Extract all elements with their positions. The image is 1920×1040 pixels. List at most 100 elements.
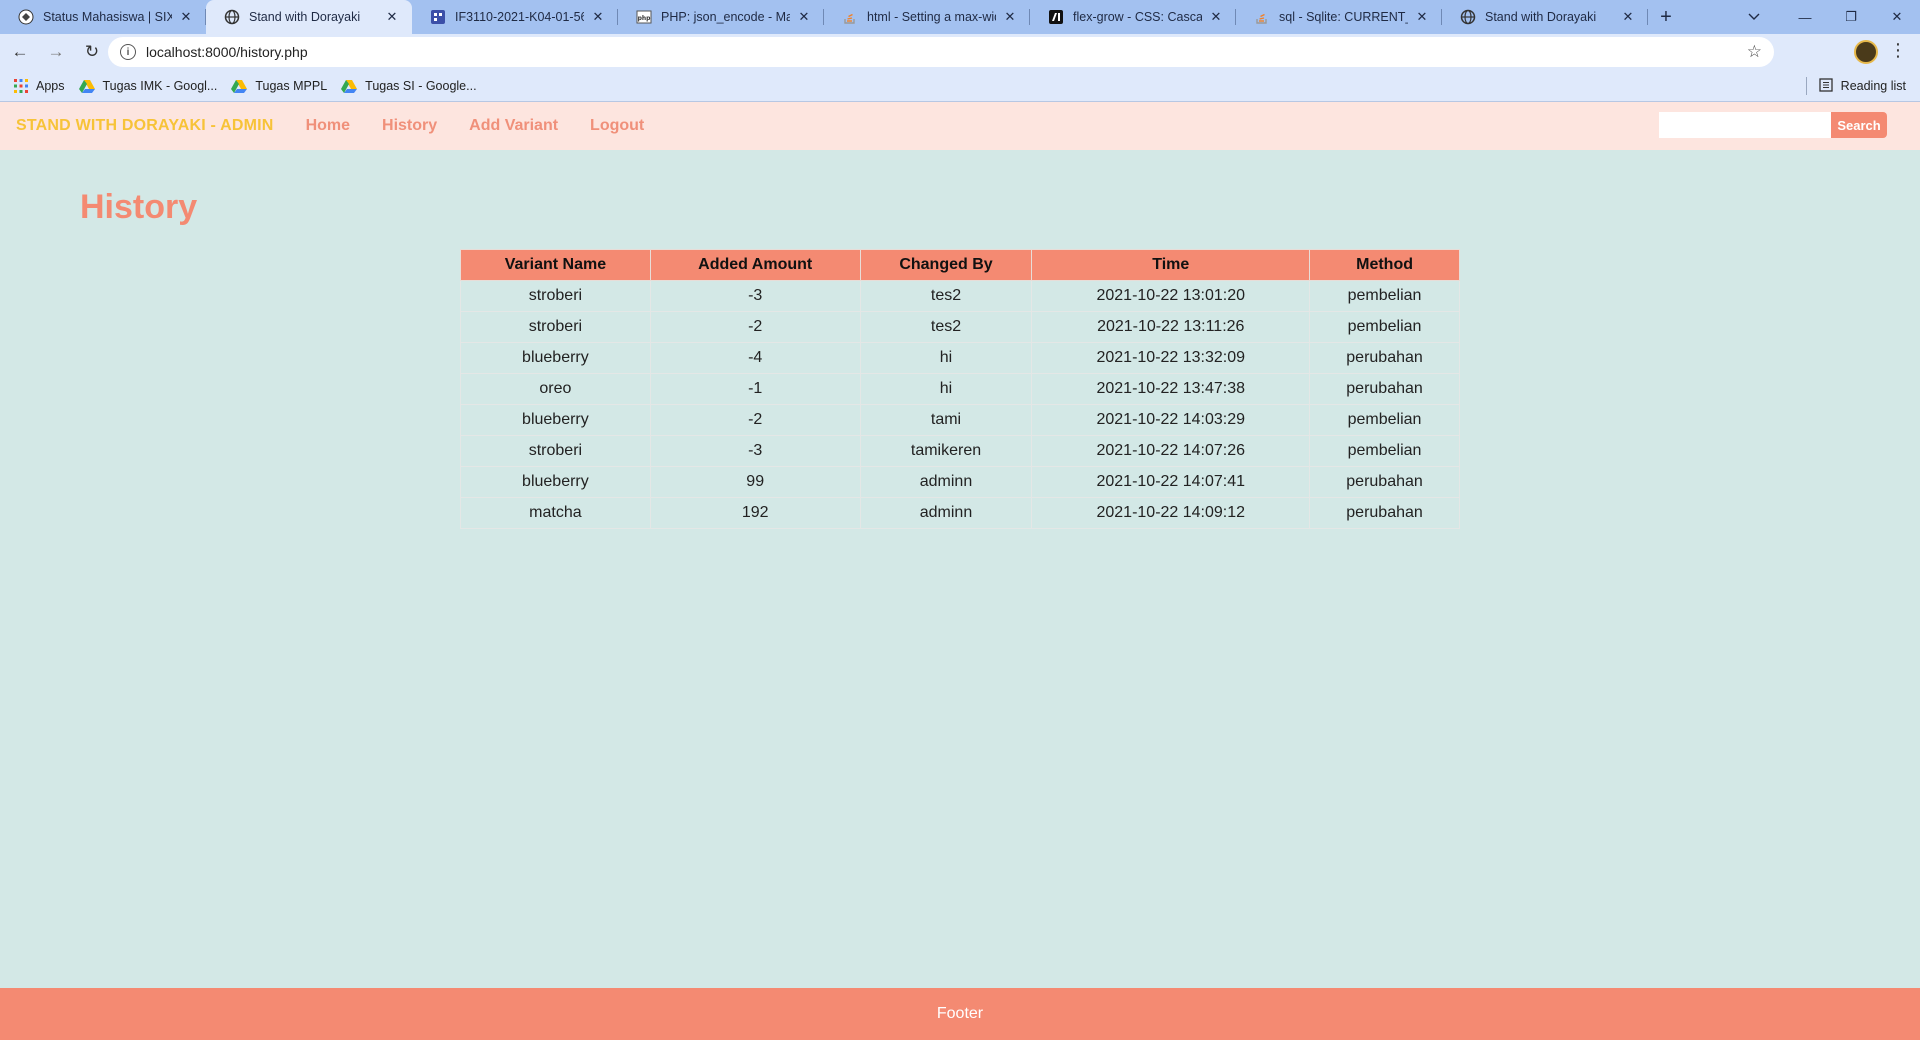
bookmark-label: Tugas IMK - Googl... bbox=[102, 78, 218, 93]
apps-grid-icon bbox=[14, 78, 28, 93]
table-cell: 2021-10-22 14:07:26 bbox=[1031, 435, 1311, 467]
tab-title: Status Mahasiswa | SIX bbox=[43, 10, 172, 24]
browser-tab[interactable]: php PHP: json_encode - Manua ✕ bbox=[618, 0, 824, 34]
search-input[interactable] bbox=[1659, 112, 1831, 138]
globe-icon bbox=[1460, 9, 1476, 25]
table-row: stroberi -2 tes2 2021-10-22 13:11:26 pem… bbox=[460, 311, 1460, 343]
bookmarks-bar: Apps Tugas IMK - Googl... Tugas MPPL Tug… bbox=[0, 70, 1920, 102]
table-cell: stroberi bbox=[460, 280, 651, 312]
page-footer: Footer bbox=[0, 988, 1920, 1040]
new-tab-button[interactable]: + bbox=[1648, 0, 1684, 34]
restore-icon[interactable]: ❐ bbox=[1828, 0, 1874, 34]
table-cell: oreo bbox=[460, 373, 651, 405]
stackoverflow-icon bbox=[842, 9, 858, 25]
divider bbox=[1805, 77, 1807, 95]
table-cell: pembelian bbox=[1309, 404, 1460, 436]
table-cell: adminn bbox=[859, 497, 1033, 529]
nav-add-variant[interactable]: Add Variant bbox=[469, 117, 558, 135]
profile-avatar[interactable] bbox=[1854, 40, 1878, 64]
svg-text:php: php bbox=[638, 15, 652, 22]
browser-menu-icon[interactable]: ⋮ bbox=[1888, 40, 1908, 61]
table-cell: pembelian bbox=[1309, 311, 1460, 343]
table-cell: -3 bbox=[649, 280, 861, 312]
browser-tabstrip: Status Mahasiswa | SIX ✕ Stand with Dora… bbox=[0, 0, 1920, 34]
table-cell: perubahan bbox=[1309, 497, 1460, 529]
browser-tab[interactable]: IF3110-2021-K04-01-56 / ✕ bbox=[412, 0, 618, 34]
address-bar[interactable]: i localhost:8000/history.php ☆ bbox=[108, 37, 1774, 67]
reload-icon[interactable]: ↻ bbox=[76, 36, 108, 68]
browser-tab[interactable]: sql - Sqlite: CURRENT_TIM ✕ bbox=[1236, 0, 1442, 34]
table-cell: matcha bbox=[460, 497, 651, 529]
back-icon[interactable]: ← bbox=[4, 36, 36, 68]
site-brand[interactable]: STAND WITH DORAYAKI - ADMIN bbox=[16, 117, 274, 135]
table-row: stroberi -3 tamikeren 2021-10-22 14:07:2… bbox=[460, 435, 1460, 467]
column-header: Variant Name bbox=[460, 249, 651, 281]
tab-title: PHP: json_encode - Manua bbox=[661, 10, 790, 24]
table-cell: perubahan bbox=[1309, 342, 1460, 374]
table-cell: tamikeren bbox=[859, 435, 1033, 467]
table-cell: -2 bbox=[649, 311, 861, 343]
table-cell: perubahan bbox=[1309, 373, 1460, 405]
close-icon[interactable]: ✕ bbox=[178, 9, 194, 25]
table-cell: blueberry bbox=[460, 342, 651, 374]
table-cell: 2021-10-22 13:01:20 bbox=[1031, 280, 1311, 312]
table-cell: hi bbox=[859, 342, 1033, 374]
table-cell: 2021-10-22 14:03:29 bbox=[1031, 404, 1311, 436]
bookmark-item[interactable]: Tugas SI - Google... bbox=[341, 79, 477, 93]
table-row: blueberry -4 hi 2021-10-22 13:32:09 peru… bbox=[460, 342, 1460, 374]
reading-list-button[interactable]: Reading list bbox=[1805, 77, 1906, 95]
bookmark-apps[interactable]: Apps bbox=[14, 78, 65, 93]
table-cell: 2021-10-22 14:09:12 bbox=[1031, 497, 1311, 529]
window-close-icon[interactable]: ✕ bbox=[1874, 0, 1920, 34]
tab-title: html - Setting a max-width bbox=[867, 10, 996, 24]
table-cell: -3 bbox=[649, 435, 861, 467]
close-icon[interactable]: ✕ bbox=[1414, 9, 1430, 25]
page-title: History bbox=[80, 188, 198, 226]
browser-tab[interactable]: Status Mahasiswa | SIX ✕ bbox=[0, 0, 206, 34]
footer-text: Footer bbox=[936, 1005, 984, 1022]
reading-list-icon bbox=[1819, 77, 1833, 95]
minimize-icon[interactable]: — bbox=[1782, 0, 1828, 34]
table-cell: perubahan bbox=[1309, 466, 1460, 498]
close-icon[interactable]: ✕ bbox=[1620, 9, 1636, 25]
table-header-row: Variant Name Added Amount Changed By Tim… bbox=[460, 249, 1460, 281]
search-button[interactable]: Search bbox=[1831, 112, 1887, 138]
table-cell: pembelian bbox=[1309, 280, 1460, 312]
close-icon[interactable]: ✕ bbox=[1002, 9, 1018, 25]
forward-icon[interactable]: → bbox=[40, 36, 72, 68]
info-icon[interactable]: i bbox=[120, 44, 136, 60]
table-cell: adminn bbox=[859, 466, 1033, 498]
window-controls: — ❐ ✕ bbox=[1782, 0, 1920, 34]
close-icon[interactable]: ✕ bbox=[1208, 9, 1224, 25]
table-cell: 192 bbox=[649, 497, 861, 529]
table-row: blueberry -2 tami 2021-10-22 14:03:29 pe… bbox=[460, 404, 1460, 436]
table-row: stroberi -3 tes2 2021-10-22 13:01:20 pem… bbox=[460, 280, 1460, 312]
table-cell: stroberi bbox=[460, 435, 651, 467]
table-row: matcha 192 adminn 2021-10-22 14:09:12 pe… bbox=[460, 497, 1460, 529]
bookmark-label: Tugas MPPL bbox=[255, 78, 328, 93]
close-icon[interactable]: ✕ bbox=[590, 9, 606, 25]
tab-title: sql - Sqlite: CURRENT_TIM bbox=[1279, 10, 1408, 24]
nav-home[interactable]: Home bbox=[306, 117, 350, 135]
bookmark-item[interactable]: Tugas MPPL bbox=[231, 79, 327, 93]
browser-tab[interactable]: Stand with Dorayaki ✕ bbox=[1442, 0, 1648, 34]
nav-history[interactable]: History bbox=[382, 117, 437, 135]
table-cell: hi bbox=[859, 373, 1033, 405]
table-row: oreo -1 hi 2021-10-22 13:47:38 perubahan bbox=[460, 373, 1460, 405]
url-text: localhost:8000/history.php bbox=[146, 44, 308, 60]
close-icon[interactable]: ✕ bbox=[796, 9, 812, 25]
nav-logout[interactable]: Logout bbox=[590, 117, 644, 135]
close-icon[interactable]: ✕ bbox=[384, 9, 400, 25]
tab-search-icon[interactable] bbox=[1736, 0, 1772, 34]
browser-tab-active[interactable]: Stand with Dorayaki ✕ bbox=[206, 0, 412, 34]
browser-tab[interactable]: html - Setting a max-width ✕ bbox=[824, 0, 1030, 34]
bookmark-label: Apps bbox=[36, 78, 65, 93]
table-cell: tes2 bbox=[859, 311, 1033, 343]
tab-title: flex-grow - CSS: Cascading bbox=[1073, 10, 1202, 24]
search-form: Search bbox=[1659, 112, 1887, 138]
column-header: Method bbox=[1309, 249, 1460, 281]
browser-tab[interactable]: flex-grow - CSS: Cascading ✕ bbox=[1030, 0, 1236, 34]
php-icon: php bbox=[636, 9, 652, 25]
bookmark-star-icon[interactable]: ☆ bbox=[1747, 42, 1762, 62]
bookmark-item[interactable]: Tugas IMK - Googl... bbox=[78, 78, 218, 93]
